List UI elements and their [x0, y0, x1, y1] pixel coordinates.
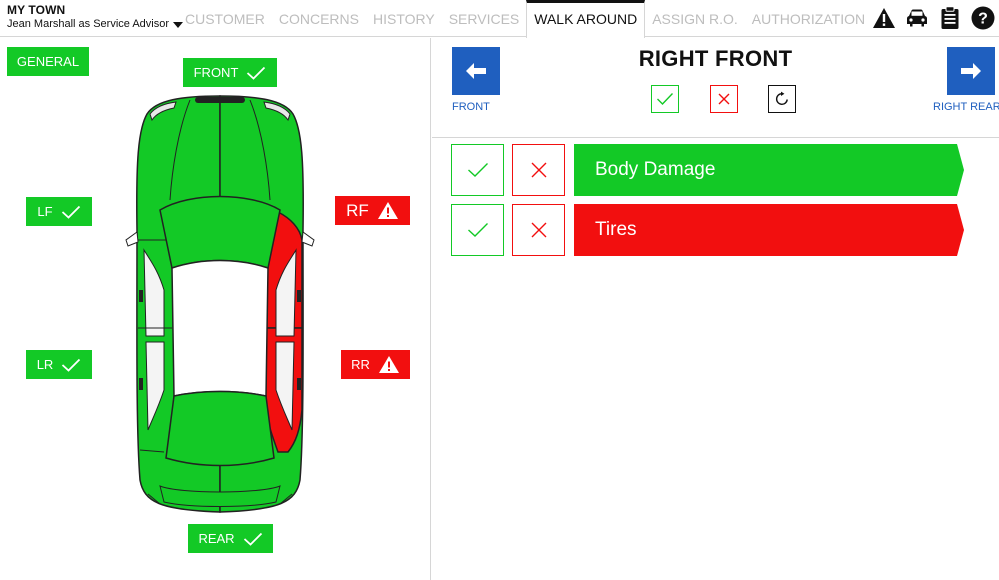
zone-lr-label: LR	[36, 357, 54, 372]
general-label: GENERAL	[16, 54, 80, 69]
inspection-panel: FRONT RIGHT FRONT RIGHT REAR Body Damage…	[432, 38, 999, 580]
reset-zone-button[interactable]	[768, 85, 796, 113]
general-button[interactable]: GENERAL	[7, 47, 89, 76]
warning-icon	[377, 202, 398, 219]
tab-history[interactable]: HISTORY	[366, 0, 442, 37]
zone-rf-tag[interactable]: RF	[335, 196, 410, 225]
tab-concerns[interactable]: CONCERNS	[272, 0, 366, 37]
check-icon	[467, 223, 488, 237]
next-zone-label[interactable]: RIGHT REAR	[933, 101, 999, 113]
item-body-damage[interactable]: Body Damage	[574, 144, 964, 196]
close-icon	[531, 222, 546, 238]
zone-front-label: FRONT	[193, 65, 239, 80]
close-icon	[531, 162, 546, 178]
check-icon	[247, 66, 266, 80]
zone-lr-tag[interactable]: LR	[26, 350, 92, 379]
tab-customer[interactable]: CUSTOMER	[178, 0, 272, 37]
vehicle-diagram-panel: GENERAL FRONT LF RF LR RR REAR	[0, 38, 431, 580]
car-roof	[171, 259, 269, 397]
mark-all-fail-button[interactable]	[710, 85, 738, 113]
tab-assign-ro[interactable]: ASSIGN R.O.	[645, 0, 745, 37]
zone-rf-label: RF	[346, 200, 369, 220]
brand-block: MY TOWN Jean Marshall as Service Advisor	[7, 3, 184, 31]
main-tabs: CUSTOMER CONCERNS HISTORY SERVICES WALK …	[178, 0, 872, 38]
help-icon[interactable]: ?	[971, 6, 995, 30]
car-windshield	[159, 195, 281, 269]
panel-divider	[432, 137, 999, 138]
zone-rear-tag[interactable]: REAR	[188, 524, 273, 553]
zone-lf-tag[interactable]: LF	[26, 197, 92, 226]
svg-text:?: ?	[978, 11, 988, 28]
car-icon[interactable]	[905, 6, 929, 30]
zone-rr-tag[interactable]: RR	[341, 350, 410, 379]
zone-front-tag[interactable]: FRONT	[183, 58, 277, 87]
zone-rear-label: REAR	[198, 531, 235, 546]
check-icon	[61, 205, 80, 219]
warning-icon[interactable]	[872, 6, 896, 30]
user-role-label: Jean Marshall as Service Advisor	[7, 18, 170, 30]
zone-rr-label: RR	[351, 357, 370, 372]
warning-icon	[378, 356, 399, 373]
car-rear-window	[165, 390, 275, 467]
item-fail-button[interactable]	[512, 144, 565, 196]
check-icon	[467, 163, 488, 177]
zone-lf-label: LF	[37, 204, 53, 219]
mark-all-ok-button[interactable]	[651, 85, 679, 113]
item-ok-button[interactable]	[451, 144, 504, 196]
check-icon	[657, 93, 674, 106]
tab-walk-around[interactable]: WALK AROUND	[526, 0, 646, 38]
tab-authorization[interactable]: AUTHORIZATION	[745, 0, 872, 37]
header-icon-group: ?	[872, 6, 995, 30]
check-icon	[243, 532, 262, 546]
close-icon	[718, 93, 730, 105]
previous-zone-label[interactable]: FRONT	[452, 101, 490, 113]
item-tires[interactable]: Tires	[574, 204, 964, 256]
clipboard-icon[interactable]	[938, 6, 962, 30]
location-name: MY TOWN	[7, 3, 66, 17]
vehicle-top-view-diagram[interactable]	[120, 90, 320, 520]
next-zone-button[interactable]	[947, 47, 995, 95]
top-navigation-bar: MY TOWN Jean Marshall as Service Advisor…	[0, 0, 999, 38]
arrow-right-icon	[961, 63, 981, 79]
item-fail-button[interactable]	[512, 204, 565, 256]
tab-services[interactable]: SERVICES	[442, 0, 527, 37]
user-role-dropdown[interactable]: Jean Marshall as Service Advisor	[7, 18, 184, 31]
zone-title: RIGHT FRONT	[638, 46, 793, 71]
refresh-icon	[775, 91, 788, 105]
item-ok-button[interactable]	[451, 204, 504, 256]
check-icon	[62, 358, 81, 372]
